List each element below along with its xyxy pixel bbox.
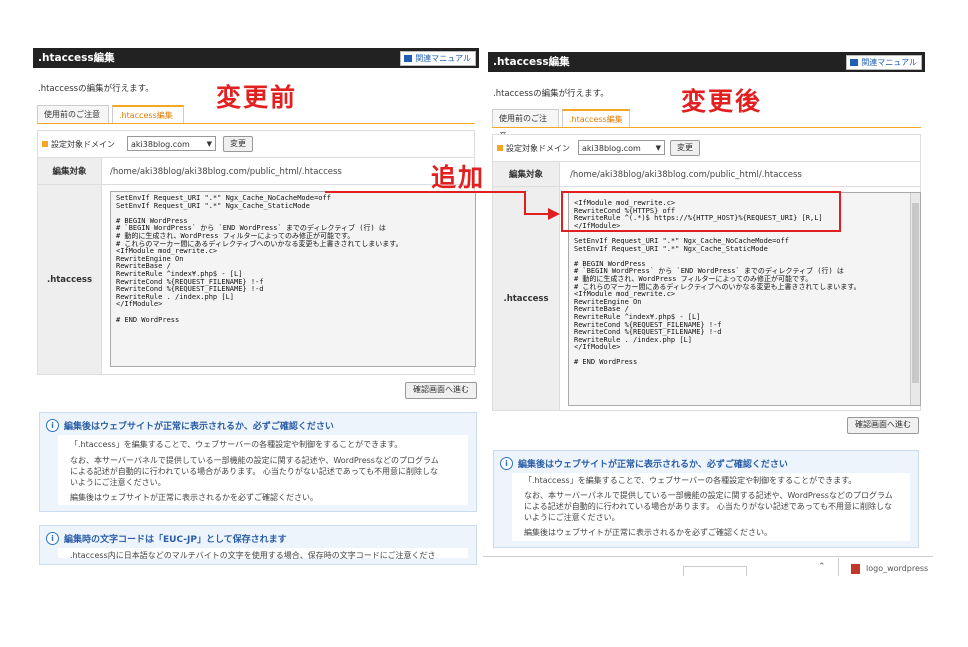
info-icon: i bbox=[500, 457, 513, 470]
panel-title: .htaccess編集 bbox=[38, 52, 115, 64]
domain-label: 設定対象ドメイン bbox=[497, 143, 570, 154]
panel-title: .htaccess編集 bbox=[493, 56, 570, 68]
info-line: いようにご注意ください。 bbox=[70, 478, 166, 487]
tab-underline bbox=[492, 127, 921, 128]
info-line: 編集後はウェブサイトが正常に表示されるかを必ずご確認ください。 bbox=[524, 528, 772, 537]
code-line: </IfModule> bbox=[116, 300, 163, 309]
panel-description: .htaccessの編集が行えます。 bbox=[38, 84, 154, 94]
orange-square-icon bbox=[497, 145, 503, 151]
before-panel: .htaccess編集 関連マニュアル .htaccessの編集が行えます。 使… bbox=[33, 48, 479, 565]
domain-select[interactable]: aki38blog.com ▼ bbox=[578, 140, 665, 155]
scrollbar-thumb[interactable] bbox=[912, 203, 919, 383]
target-path: /home/aki38blog/aki38blog.com/public_htm… bbox=[110, 167, 342, 177]
info-body: .htaccess内に日本語などのマルチバイトの文字を使用する場合、保存時の文字… bbox=[58, 548, 468, 560]
manual-button[interactable]: 関連マニュアル bbox=[400, 51, 476, 66]
tab-underline bbox=[37, 123, 475, 124]
after-panel: .htaccess編集 関連マニュアル .htaccessの編集が行えます。 使… bbox=[483, 52, 925, 560]
info-box-display: i 編集後はウェブサイトが正常に表示されるか、必ずご確認ください 「.htacc… bbox=[493, 450, 919, 548]
target-label: 編集対象 bbox=[493, 162, 560, 186]
bottom-bar-tab bbox=[683, 566, 747, 576]
change-button[interactable]: 変更 bbox=[670, 140, 700, 156]
added-code-highlight bbox=[561, 191, 841, 232]
arrow-line-v bbox=[524, 191, 526, 215]
chevron-up-icon[interactable]: ⌃ bbox=[818, 562, 826, 572]
domain-label: 設定対象ドメイン bbox=[42, 139, 115, 150]
info-body: 「.htaccess」を編集することで、ウェブサーバーの各種設定や制御をすること… bbox=[58, 435, 468, 505]
code-line: </IfModule> bbox=[574, 343, 621, 352]
bottom-bar-separator bbox=[838, 558, 839, 576]
tab-notice[interactable]: 使用前のご注意 bbox=[492, 109, 559, 141]
domain-select[interactable]: aki38blog.com ▼ bbox=[127, 136, 216, 151]
confirm-button[interactable]: 確認画面へ進む bbox=[847, 417, 919, 434]
target-label: 編集対象 bbox=[38, 158, 102, 184]
tab-htaccess-edit[interactable]: .htaccess編集 bbox=[562, 109, 630, 127]
manual-button[interactable]: 関連マニュアル bbox=[846, 55, 922, 70]
info-box-display: i 編集後はウェブサイトが正常に表示されるか、必ずご確認ください 「.htacc… bbox=[39, 412, 477, 512]
panel-description: .htaccessの編集が行えます。 bbox=[493, 89, 609, 99]
book-icon bbox=[404, 55, 413, 62]
arrow-line-h2 bbox=[524, 213, 550, 215]
file-icon bbox=[851, 564, 860, 574]
panel-titlebar: .htaccess編集 関連マニュアル bbox=[488, 52, 925, 72]
annotation-after: 変更後 bbox=[681, 87, 763, 116]
target-path: /home/aki38blog/aki38blog.com/public_htm… bbox=[570, 170, 802, 180]
editor-scrollbar[interactable] bbox=[910, 193, 920, 405]
tab-notice[interactable]: 使用前のご注意 bbox=[37, 105, 109, 123]
book-icon bbox=[850, 59, 859, 66]
info-title: 編集時の文字コードは「EUC-JP」として保存されます bbox=[64, 535, 287, 545]
info-line: 「.htaccess」を編集することで、ウェブサーバーの各種設定や制御をすること… bbox=[70, 440, 403, 449]
chevron-down-icon: ▼ bbox=[655, 144, 661, 152]
htaccess-label: .htaccess bbox=[493, 187, 560, 410]
info-body: 「.htaccess」を編集することで、ウェブサーバーの各種設定や制御をすること… bbox=[512, 473, 910, 541]
info-line: 編集後はウェブサイトが正常に表示されるかを必ずご確認ください。 bbox=[70, 493, 318, 502]
info-box-encoding: i 編集時の文字コードは「EUC-JP」として保存されます .htaccess内… bbox=[39, 525, 477, 565]
annotation-before: 変更前 bbox=[216, 83, 298, 112]
info-line: 「.htaccess」を編集することで、ウェブサーバーの各種設定や制御をすること… bbox=[524, 476, 857, 485]
code-line: # END WordPress bbox=[574, 358, 638, 367]
htaccess-editor[interactable]: SetEnvIf Request_URI ".*" Ngx_Cache_NoCa… bbox=[110, 191, 476, 367]
orange-square-icon bbox=[42, 141, 48, 147]
info-title: 編集後はウェブサイトが正常に表示されるか、必ずご確認ください bbox=[518, 460, 788, 470]
panel-titlebar: .htaccess編集 関連マニュアル bbox=[33, 48, 479, 68]
code-line: # END WordPress bbox=[116, 315, 180, 324]
target-row: 編集対象 /home/aki38blog/aki38blog.com/publi… bbox=[37, 157, 475, 185]
htaccess-row: .htaccess SetEnvIf Request_URI ".*" Ngx_… bbox=[37, 185, 476, 375]
chevron-down-icon: ▼ bbox=[206, 140, 212, 148]
confirm-button[interactable]: 確認画面へ進む bbox=[405, 382, 477, 399]
arrow-line-h1 bbox=[325, 191, 525, 193]
domain-row: 設定対象ドメイン aki38blog.com ▼ 変更 bbox=[492, 134, 921, 162]
domain-row: 設定対象ドメイン aki38blog.com ▼ 変更 bbox=[37, 130, 475, 158]
arrow-head-icon bbox=[548, 208, 560, 220]
info-icon: i bbox=[46, 419, 59, 432]
code-line: SetEnvIf Request_URI ".*" Ngx_Cache_Stat… bbox=[116, 201, 310, 210]
tab-htaccess-edit[interactable]: .htaccess編集 bbox=[112, 105, 184, 123]
info-line: .htaccess内に日本語などのマルチバイトの文字を使用する場合、保存時の文字… bbox=[70, 551, 436, 560]
htaccess-code: SetEnvIf Request_URI ".*" Ngx_Cache_NoCa… bbox=[111, 192, 475, 327]
bottom-bar-divider bbox=[483, 556, 933, 557]
info-line: いようにご注意ください。 bbox=[524, 513, 620, 522]
change-button[interactable]: 変更 bbox=[223, 136, 253, 152]
target-row: 編集対象 /home/aki38blog/aki38blog.com/publi… bbox=[492, 161, 921, 187]
htaccess-label: .htaccess bbox=[38, 185, 102, 374]
code-line: SetEnvIf Request_URI ".*" Ngx_Cache_Stat… bbox=[574, 244, 768, 253]
info-icon: i bbox=[46, 532, 59, 545]
info-title: 編集後はウェブサイトが正常に表示されるか、必ずご確認ください bbox=[64, 422, 334, 432]
annotation-added: 追加 bbox=[431, 163, 486, 192]
download-filename[interactable]: logo_wordpress bbox=[866, 564, 928, 573]
